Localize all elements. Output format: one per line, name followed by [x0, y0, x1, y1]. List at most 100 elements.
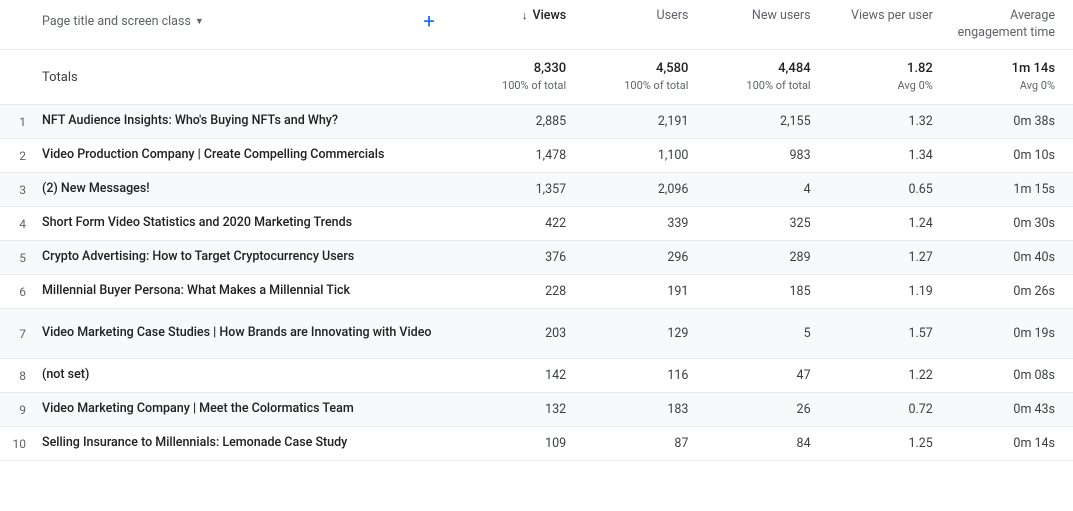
totals-value: 4,580	[656, 60, 688, 78]
row-metric-1: 1,100	[584, 148, 706, 163]
row-metric-3: 1.24	[829, 216, 951, 231]
row-index: 9	[0, 403, 32, 417]
totals-metric-3: 1.82Avg 0%	[829, 60, 951, 94]
row-index: 3	[0, 183, 32, 197]
row-metric-4: 0m 30s	[951, 216, 1073, 231]
totals-metric-1: 4,580100% of total	[584, 60, 706, 94]
row-metric-3: 1.57	[829, 326, 951, 341]
table-row[interactable]: 5Crypto Advertising: How to Target Crypt…	[0, 241, 1073, 275]
row-metric-3: 1.25	[829, 436, 951, 451]
table-row[interactable]: 7Video Marketing Case Studies | How Bran…	[0, 309, 1073, 359]
row-page-title[interactable]: Millennial Buyer Persona: What Makes a M…	[32, 283, 462, 300]
row-metric-0: 109	[462, 436, 584, 451]
totals-subtext: Avg 0%	[898, 78, 933, 93]
metric-header-new-users[interactable]: New users	[706, 8, 828, 42]
row-index: 7	[0, 327, 32, 341]
row-metric-1: 296	[584, 250, 706, 265]
dimension-label: Page title and screen class	[42, 14, 191, 29]
row-metric-3: 1.27	[829, 250, 951, 265]
totals-metric-0: 8,330100% of total	[462, 60, 584, 94]
totals-label: Totals	[32, 70, 462, 85]
table-row[interactable]: 1NFT Audience Insights: Who's Buying NFT…	[0, 105, 1073, 139]
totals-value: 8,330	[534, 60, 566, 78]
row-metric-1: 339	[584, 216, 706, 231]
row-metric-2: 5	[706, 326, 828, 341]
row-metric-0: 142	[462, 368, 584, 383]
row-metric-0: 376	[462, 250, 584, 265]
row-page-title[interactable]: NFT Audience Insights: Who's Buying NFTs…	[32, 113, 462, 130]
dimension-header: Page title and screen class ▼ +	[32, 8, 462, 34]
totals-subtext: Avg 0%	[1020, 78, 1055, 93]
row-metric-4: 0m 43s	[951, 402, 1073, 417]
row-page-title[interactable]: Video Production Company | Create Compel…	[32, 147, 462, 164]
row-metric-3: 1.19	[829, 284, 951, 299]
row-page-title[interactable]: (2) New Messages!	[32, 181, 462, 198]
row-metric-1: 129	[584, 326, 706, 341]
table-row[interactable]: 4Short Form Video Statistics and 2020 Ma…	[0, 207, 1073, 241]
table-row[interactable]: 6Millennial Buyer Persona: What Makes a …	[0, 275, 1073, 309]
row-metric-2: 2,155	[706, 114, 828, 129]
table-row[interactable]: 8(not set)142116471.220m 08s	[0, 359, 1073, 393]
row-metric-0: 1,357	[462, 182, 584, 197]
totals-value: 1.82	[907, 60, 933, 78]
row-metric-3: 1.34	[829, 148, 951, 163]
row-page-title[interactable]: Crypto Advertising: How to Target Crypto…	[32, 249, 462, 266]
row-metric-4: 0m 40s	[951, 250, 1073, 265]
metric-header-views-per-user[interactable]: Views per user	[829, 8, 951, 42]
row-metric-3: 0.65	[829, 182, 951, 197]
row-metric-0: 228	[462, 284, 584, 299]
totals-metric-2: 4,484100% of total	[706, 60, 828, 94]
row-metric-4: 0m 26s	[951, 284, 1073, 299]
dimension-selector[interactable]: Page title and screen class ▼	[42, 14, 204, 29]
totals-metric-4: 1m 14sAvg 0%	[951, 60, 1073, 94]
row-index: 8	[0, 369, 32, 383]
row-page-title[interactable]: Video Marketing Case Studies | How Brand…	[32, 325, 462, 342]
add-dimension-button[interactable]: +	[416, 8, 442, 34]
row-metric-1: 116	[584, 368, 706, 383]
row-metric-2: 84	[706, 436, 828, 451]
row-metric-2: 289	[706, 250, 828, 265]
row-metric-1: 2,191	[584, 114, 706, 129]
metric-header-users[interactable]: Users	[584, 8, 706, 42]
metric-header-average-engagement-time[interactable]: Averageengagement time	[951, 8, 1073, 42]
row-metric-0: 422	[462, 216, 584, 231]
metric-header-views[interactable]: ↓ Views	[462, 8, 584, 42]
row-metric-2: 983	[706, 148, 828, 163]
row-metric-2: 325	[706, 216, 828, 231]
row-page-title[interactable]: (not set)	[32, 367, 462, 384]
row-metric-2: 4	[706, 182, 828, 197]
row-metric-0: 132	[462, 402, 584, 417]
sort-descending-icon: ↓	[522, 9, 528, 22]
row-metric-4: 0m 10s	[951, 148, 1073, 163]
caret-down-icon: ▼	[195, 16, 204, 27]
row-page-title[interactable]: Video Marketing Company | Meet the Color…	[32, 401, 462, 418]
table-row[interactable]: 3(2) New Messages!1,3572,09640.651m 15s	[0, 173, 1073, 207]
row-metric-1: 191	[584, 284, 706, 299]
analytics-table: Page title and screen class ▼ + ↓ ViewsU…	[0, 0, 1073, 461]
row-metric-0: 203	[462, 326, 584, 341]
totals-row: Totals 8,330100% of total4,580100% of to…	[0, 50, 1073, 105]
row-metric-1: 183	[584, 402, 706, 417]
row-index: 4	[0, 217, 32, 231]
row-metric-2: 26	[706, 402, 828, 417]
row-metric-1: 2,096	[584, 182, 706, 197]
row-page-title[interactable]: Selling Insurance to Millennials: Lemona…	[32, 435, 462, 452]
row-metric-4: 1m 15s	[951, 182, 1073, 197]
table-row[interactable]: 2Video Production Company | Create Compe…	[0, 139, 1073, 173]
row-metric-4: 0m 19s	[951, 326, 1073, 341]
row-metric-2: 47	[706, 368, 828, 383]
row-metric-1: 87	[584, 436, 706, 451]
table-row[interactable]: 10Selling Insurance to Millennials: Lemo…	[0, 427, 1073, 461]
totals-subtext: 100% of total	[746, 78, 810, 93]
row-index: 2	[0, 149, 32, 163]
totals-value: 1m 14s	[1012, 60, 1055, 78]
row-metric-2: 185	[706, 284, 828, 299]
plus-icon: +	[423, 9, 434, 33]
row-metric-3: 1.32	[829, 114, 951, 129]
row-metric-3: 0.72	[829, 402, 951, 417]
table-row[interactable]: 9Video Marketing Company | Meet the Colo…	[0, 393, 1073, 427]
totals-value: 4,484	[778, 60, 810, 78]
row-metric-0: 1,478	[462, 148, 584, 163]
row-page-title[interactable]: Short Form Video Statistics and 2020 Mar…	[32, 215, 462, 232]
row-index: 6	[0, 285, 32, 299]
